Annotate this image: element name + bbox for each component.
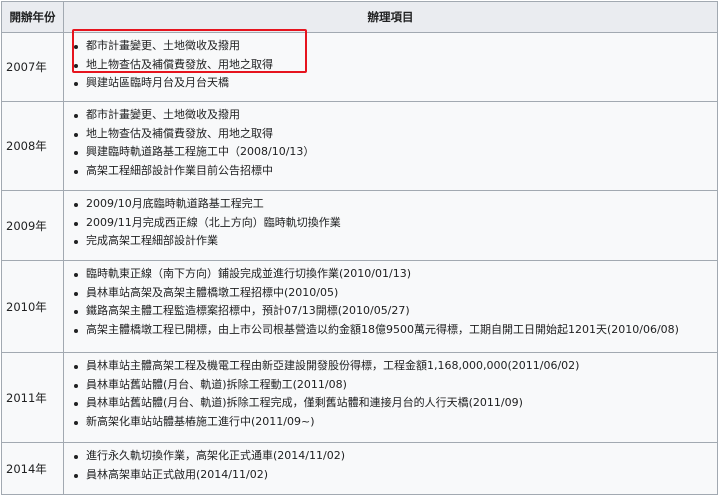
list-item: 臨時軌東正線（南下方向）鋪設完成並進行切換作業(2010/01/13) xyxy=(72,265,711,284)
year-cell: 2010年 xyxy=(1,260,64,353)
list-item: 新高架化車站站體基樁施工進行中(2011/09~) xyxy=(72,413,711,432)
list-item: 2009/11月完成西正線（北上方向）臨時軌切換作業 xyxy=(72,214,711,233)
items-cell: 2009/10月底臨時軌道路基工程完工 2009/11月完成西正線（北上方向）臨… xyxy=(63,190,718,261)
progress-table: 開辦年份 辦理項目 2007年 都市計畫變更、土地徵收及撥用 地上物查估及補償費… xyxy=(1,1,718,495)
table-row: 2007年 都市計畫變更、土地徵收及撥用 地上物查估及補償費發放、用地之取得 興… xyxy=(1,32,718,102)
list-item: 興建臨時軌道路基工程施工中（2008/10/13） xyxy=(72,143,711,162)
header-row: 開辦年份 辦理項目 xyxy=(1,1,718,33)
list-item: 員林車站主體高架工程及機電工程由新亞建設開發股份得標，工程金額1,168,000… xyxy=(72,357,711,376)
items-cell: 都市計畫變更、土地徵收及撥用 地上物查估及補償費發放、用地之取得 興建臨時軌道路… xyxy=(63,101,718,191)
list-item: 2009/10月底臨時軌道路基工程完工 xyxy=(72,195,711,214)
list-item: 員林車站高架及高架主體橋墩工程招標中(2010/05) xyxy=(72,284,711,303)
year-cell: 2008年 xyxy=(1,101,64,191)
list-item: 地上物查估及補償費發放、用地之取得 xyxy=(72,56,711,75)
items-cell: 臨時軌東正線（南下方向）鋪設完成並進行切換作業(2010/01/13) 員林車站… xyxy=(63,260,718,353)
item-list: 員林車站主體高架工程及機電工程由新亞建設開發股份得標，工程金額1,168,000… xyxy=(72,357,711,431)
list-item: 都市計畫變更、土地徵收及撥用 xyxy=(72,106,711,125)
list-item: 員林車站舊站體(月台、軌道)拆除工程完成，僅剩舊站體和連接月台的人行天橋(201… xyxy=(72,394,711,413)
items-cell: 員林車站主體高架工程及機電工程由新亞建設開發股份得標，工程金額1,168,000… xyxy=(63,352,718,443)
list-item: 都市計畫變更、土地徵收及撥用 xyxy=(72,37,711,56)
table-row: 2010年 臨時軌東正線（南下方向）鋪設完成並進行切換作業(2010/01/13… xyxy=(1,260,718,353)
list-item: 完成高架工程細部設計作業 xyxy=(72,232,711,251)
table-row: 2011年 員林車站主體高架工程及機電工程由新亞建設開發股份得標，工程金額1,1… xyxy=(1,352,718,443)
table-row: 2014年 進行永久軌切換作業，高架化正式通車(2014/11/02) 員林高架… xyxy=(1,442,718,495)
table-row: 2008年 都市計畫變更、土地徵收及撥用 地上物查估及補償費發放、用地之取得 興… xyxy=(1,101,718,191)
list-item: 員林車站舊站體(月台、軌道)拆除工程動工(2011/08) xyxy=(72,376,711,395)
item-list: 進行永久軌切換作業，高架化正式通車(2014/11/02) 員林高架車站正式啟用… xyxy=(72,447,711,484)
table-row: 2009年 2009/10月底臨時軌道路基工程完工 2009/11月完成西正線（… xyxy=(1,190,718,261)
list-item: 地上物查估及補償費發放、用地之取得 xyxy=(72,125,711,144)
year-cell: 2011年 xyxy=(1,352,64,443)
year-cell: 2009年 xyxy=(1,190,64,261)
list-item: 進行永久軌切換作業，高架化正式通車(2014/11/02) xyxy=(72,447,711,466)
header-year[interactable]: 開辦年份 xyxy=(1,1,64,33)
item-list: 都市計畫變更、土地徵收及撥用 地上物查估及補償費發放、用地之取得 興建站區臨時月… xyxy=(72,37,711,93)
header-items[interactable]: 辦理項目 xyxy=(63,1,718,33)
list-item: 員林高架車站正式啟用(2014/11/02) xyxy=(72,466,711,485)
items-cell: 都市計畫變更、土地徵收及撥用 地上物查估及補償費發放、用地之取得 興建站區臨時月… xyxy=(63,32,718,102)
items-cell: 進行永久軌切換作業，高架化正式通車(2014/11/02) 員林高架車站正式啟用… xyxy=(63,442,718,495)
item-list: 2009/10月底臨時軌道路基工程完工 2009/11月完成西正線（北上方向）臨… xyxy=(72,195,711,251)
list-item: 鐵路高架主體工程監造標案招標中，預計07/13開標(2010/05/27) xyxy=(72,302,711,321)
list-item: 高架工程細部設計作業目前公告招標中 xyxy=(72,162,711,181)
list-item: 興建站區臨時月台及月台天橋 xyxy=(72,74,711,93)
page: 開辦年份 辦理項目 2007年 都市計畫變更、土地徵收及撥用 地上物查估及補償費… xyxy=(0,0,720,498)
item-list: 都市計畫變更、土地徵收及撥用 地上物查估及補償費發放、用地之取得 興建臨時軌道路… xyxy=(72,106,711,180)
year-cell: 2007年 xyxy=(1,32,64,102)
year-cell: 2014年 xyxy=(1,442,64,495)
list-item: 高架主體橋墩工程已開標，由上市公司根基營造以約金額18億9500萬元得標，工期自… xyxy=(72,321,711,340)
item-list: 臨時軌東正線（南下方向）鋪設完成並進行切換作業(2010/01/13) 員林車站… xyxy=(72,265,711,339)
